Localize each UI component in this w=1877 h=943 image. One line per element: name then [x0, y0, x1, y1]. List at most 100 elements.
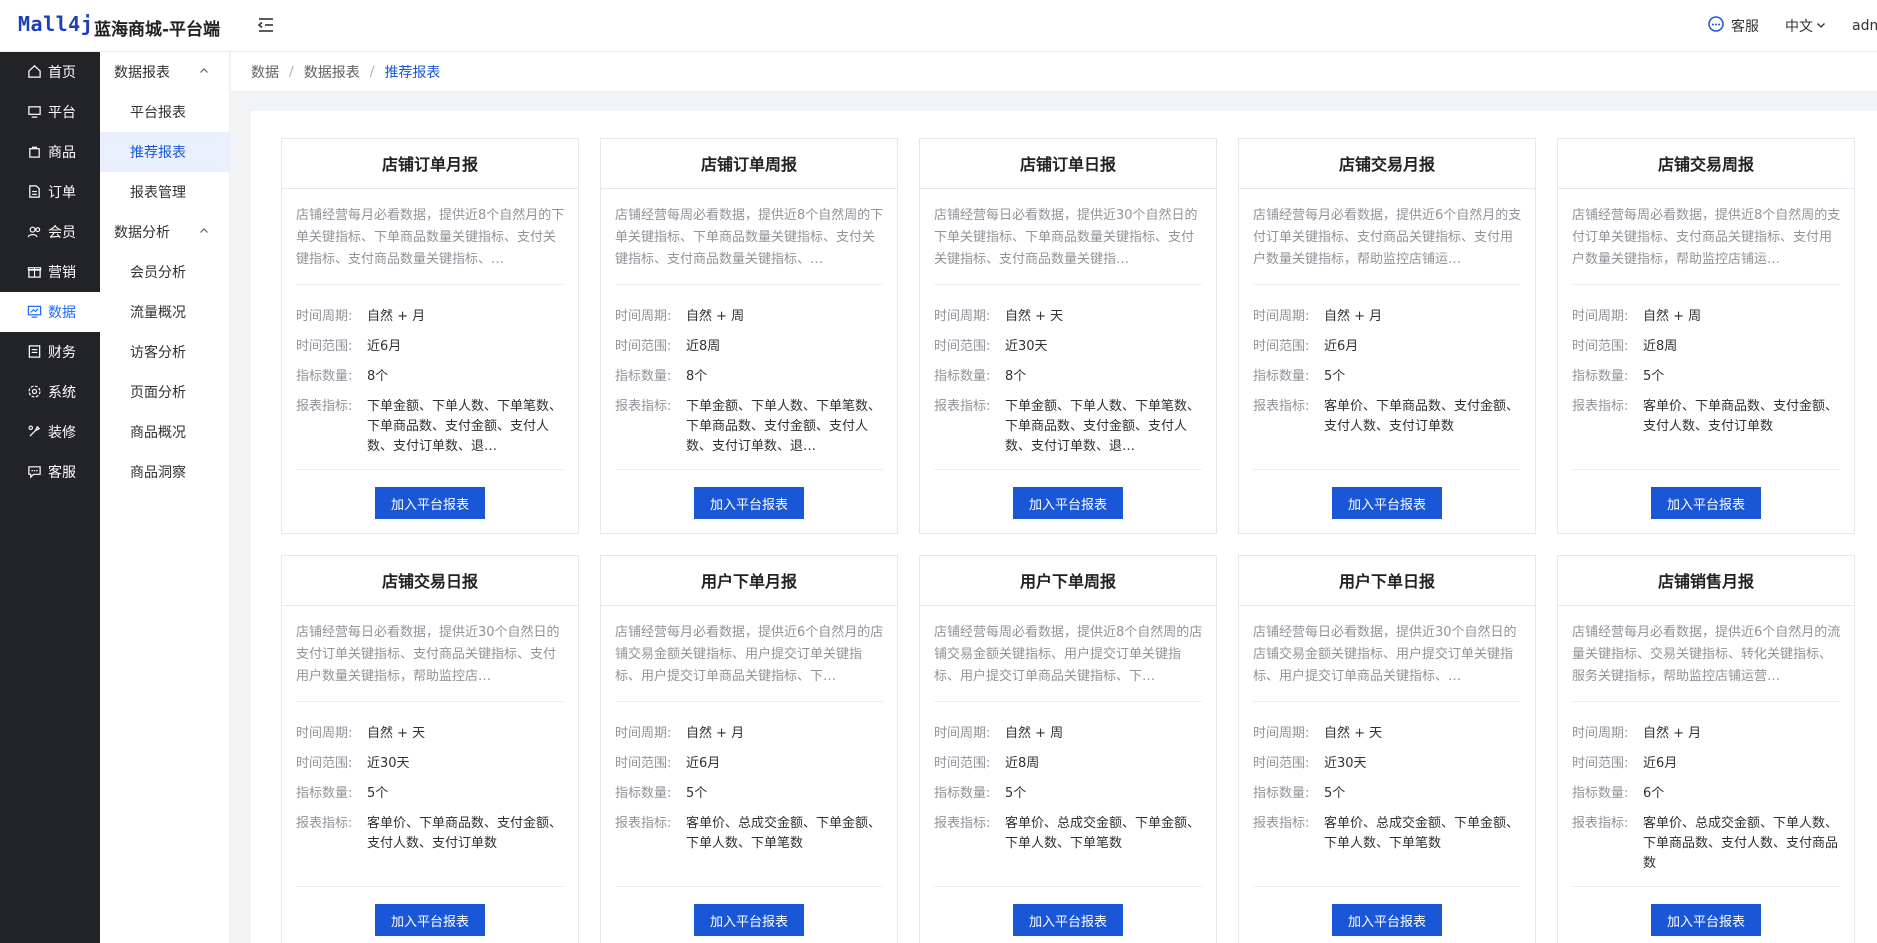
add-to-platform-report-button[interactable]: 加入平台报表	[1332, 487, 1442, 519]
report-card-title: 店铺交易周报	[1558, 139, 1854, 189]
nav-item-label: 系统	[48, 385, 76, 401]
count-label: 指标数量:	[296, 786, 353, 801]
report-card-description: 店铺经营每周必看数据，提供近8个自然周的支付订单关键指标、支付商品关键指标、支付…	[1572, 208, 1841, 267]
count-label: 指标数量:	[615, 786, 672, 801]
nav-item-product-overview[interactable]: 商品概况	[100, 412, 229, 452]
nav-item-home[interactable]: 首页	[0, 52, 100, 92]
report-card: 用户下单月报 店铺经营每月必看数据，提供近6个自然月的店铺交易金额关键指标、用户…	[600, 555, 898, 943]
nav-item-data[interactable]: 数据	[0, 292, 100, 332]
count-value: 5个	[1324, 786, 1346, 801]
customer-service-button[interactable]: 客服	[1707, 15, 1759, 37]
nav-group-reports[interactable]: 数据报表	[100, 52, 229, 92]
indicators-label: 报表指标:	[1572, 399, 1629, 414]
add-to-platform-report-button[interactable]: 加入平台报表	[1651, 487, 1761, 519]
range-label: 时间范围:	[934, 756, 991, 771]
add-to-platform-report-button[interactable]: 加入平台报表	[1332, 904, 1442, 936]
indicators-value: 客单价、总成交金额、下单金额、下单人数、下单笔数	[1005, 816, 1201, 851]
divider	[934, 701, 1202, 702]
home-icon	[27, 64, 43, 80]
breadcrumb-separator: /	[369, 63, 375, 80]
report-card-title: 店铺交易日报	[282, 556, 578, 606]
count-label: 指标数量:	[1253, 369, 1310, 384]
divider	[615, 886, 883, 887]
add-to-platform-report-button[interactable]: 加入平台报表	[694, 904, 804, 936]
period-value: 自然 + 天	[1324, 726, 1383, 741]
nav-item-finance[interactable]: 财务	[0, 332, 100, 372]
report-card-description: 店铺经营每月必看数据，提供近6个自然月的店铺交易金额关键指标、用户提交订单关键指…	[615, 625, 884, 684]
nav-item-traffic-overview[interactable]: 流量概况	[100, 292, 229, 332]
divider	[1253, 469, 1521, 470]
breadcrumb: 数据 / 数据报表 / 推荐报表	[231, 52, 1877, 92]
nav-item-members[interactable]: 会员	[0, 212, 100, 252]
nav-item-platform-report[interactable]: 平台报表	[100, 92, 229, 132]
add-to-platform-report-button[interactable]: 加入平台报表	[1651, 904, 1761, 936]
nav-group-label: 数据分析	[114, 225, 170, 241]
chat-icon	[27, 464, 43, 480]
divider	[296, 701, 564, 702]
report-card-title: 店铺交易月报	[1239, 139, 1535, 189]
breadcrumb-item[interactable]: 数据	[251, 62, 279, 82]
nav-item-decoration[interactable]: 装修	[0, 412, 100, 452]
report-card: 店铺订单周报 店铺经营每周必看数据，提供近8个自然周的下单关键指标、下单商品数量…	[600, 138, 898, 534]
divider	[1572, 284, 1840, 285]
divider	[934, 284, 1202, 285]
nav-item-marketing[interactable]: 营销	[0, 252, 100, 292]
nav-item-orders[interactable]: 订单	[0, 172, 100, 212]
report-card-title: 店铺销售月报	[1558, 556, 1854, 606]
language-select[interactable]: 中文	[1785, 16, 1826, 36]
range-label: 时间范围:	[296, 756, 353, 771]
add-to-platform-report-button[interactable]: 加入平台报表	[375, 487, 485, 519]
report-card: 店铺交易周报 店铺经营每周必看数据，提供近8个自然周的支付订单关键指标、支付商品…	[1557, 138, 1855, 534]
period-label: 时间周期:	[1572, 726, 1629, 741]
report-card: 店铺订单日报 店铺经营每日必看数据，提供近30个自然日的下单关键指标、下单商品数…	[919, 138, 1217, 534]
divider	[934, 469, 1202, 470]
period-value: 自然 + 月	[1643, 726, 1702, 741]
range-value: 近6月	[686, 756, 721, 771]
report-card-title: 用户下单月报	[601, 556, 897, 606]
breadcrumb-separator: /	[289, 63, 294, 80]
indicators-value: 下单金额、下单人数、下单笔数、下单商品数、支付金额、支付人数、支付订单数、退…	[686, 399, 882, 454]
indicators-label: 报表指标:	[296, 816, 353, 831]
divider	[1572, 886, 1840, 887]
add-to-platform-report-button[interactable]: 加入平台报表	[1013, 487, 1123, 519]
monitor-icon	[27, 104, 43, 120]
range-value: 近8周	[1005, 756, 1040, 771]
nav-item-system[interactable]: 系统	[0, 372, 100, 412]
nav-item-recommended-report[interactable]: 推荐报表	[100, 132, 229, 172]
report-card-description: 店铺经营每日必看数据，提供近30个自然日的店铺交易金额关键指标、用户提交订单关键…	[1253, 625, 1517, 684]
report-card-title: 店铺订单周报	[601, 139, 897, 189]
report-card: 用户下单日报 店铺经营每日必看数据，提供近30个自然日的店铺交易金额关键指标、用…	[1238, 555, 1536, 943]
range-label: 时间范围:	[615, 756, 672, 771]
nav-item-service[interactable]: 客服	[0, 452, 100, 492]
indicators-label: 报表指标:	[296, 399, 353, 414]
menu-collapse-icon[interactable]	[256, 15, 276, 35]
user-menu[interactable]: admi	[1852, 18, 1877, 34]
nav-item-platform[interactable]: 平台	[0, 92, 100, 132]
add-to-platform-report-button[interactable]: 加入平台报表	[375, 904, 485, 936]
divider	[615, 469, 883, 470]
nav-item-products[interactable]: 商品	[0, 132, 100, 172]
nav-item-visitor-analysis[interactable]: 访客分析	[100, 332, 229, 372]
nav-item-member-analysis[interactable]: 会员分析	[100, 252, 229, 292]
indicators-label: 报表指标:	[1253, 816, 1310, 831]
range-label: 时间范围:	[615, 339, 672, 354]
breadcrumb-item[interactable]: 数据报表	[304, 62, 360, 82]
indicators-value: 客单价、总成交金额、下单人数、下单商品数、支付人数、支付商品数	[1643, 816, 1839, 871]
nav-item-label: 营销	[48, 265, 76, 281]
finance-icon	[27, 344, 43, 360]
report-card: 店铺交易日报 店铺经营每日必看数据，提供近30个自然日的支付订单关键指标、支付商…	[281, 555, 579, 943]
top-bar: Mall4j 蓝海商城-平台端 客服 中文 admi	[0, 0, 1877, 52]
nav-group-analysis[interactable]: 数据分析	[100, 212, 229, 252]
add-to-platform-report-button[interactable]: 加入平台报表	[1013, 904, 1123, 936]
divider	[296, 886, 564, 887]
divider	[615, 701, 883, 702]
divider	[296, 469, 564, 470]
app-logo[interactable]: Mall4j	[18, 12, 93, 36]
nav-item-page-analysis[interactable]: 页面分析	[100, 372, 229, 412]
add-to-platform-report-button[interactable]: 加入平台报表	[694, 487, 804, 519]
nav-item-report-management[interactable]: 报表管理	[100, 172, 229, 212]
count-value: 5个	[1005, 786, 1027, 801]
nav-item-product-insight[interactable]: 商品洞察	[100, 452, 229, 492]
period-value: 自然 + 月	[1324, 309, 1383, 324]
divider	[1253, 284, 1521, 285]
